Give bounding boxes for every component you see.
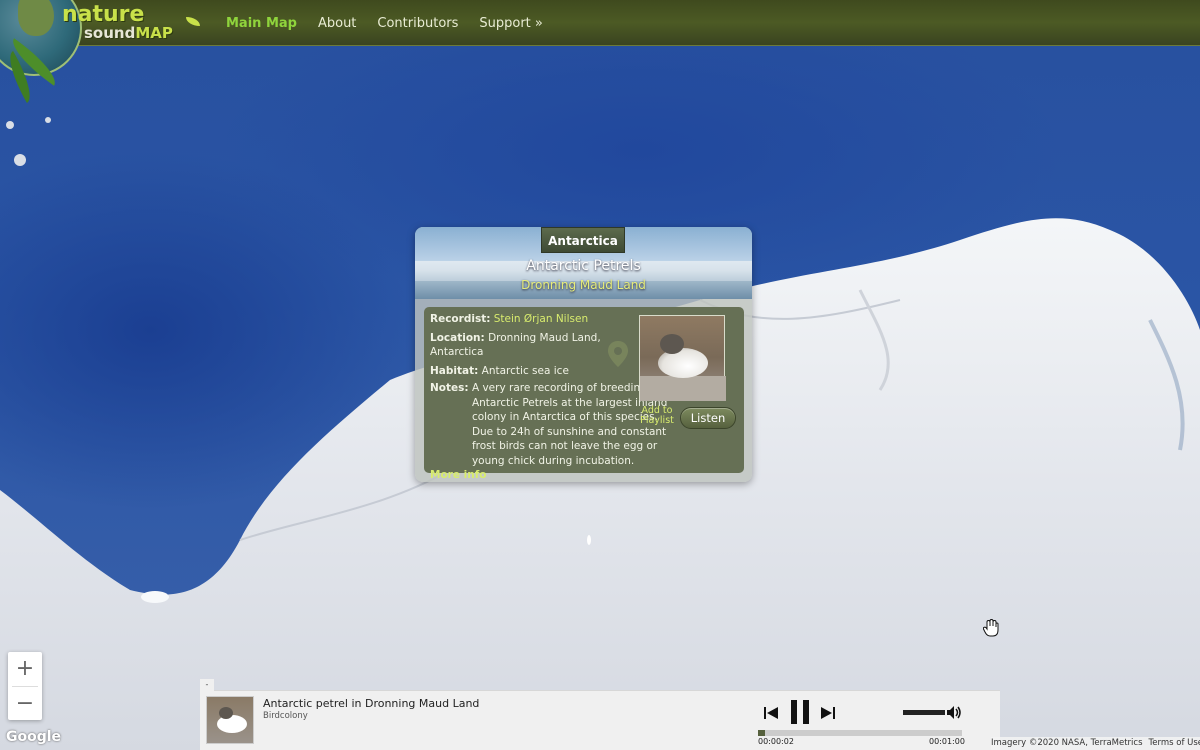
collapse-player-button[interactable]: - <box>200 679 214 691</box>
bird-photo <box>639 315 726 401</box>
zoom-in-button[interactable]: + <box>8 652 42 686</box>
previous-track-icon[interactable] <box>763 705 779 721</box>
recording-details: Recordist: Stein Ørjan Nilsen Location: … <box>430 312 635 382</box>
logo-word-soundmap: soundMAP <box>84 24 173 42</box>
main-nav: Main Map About Contributors Support » <box>226 0 564 46</box>
track-title: Antarctic petrel in Dronning Maud Land <box>263 697 480 710</box>
track-thumbnail <box>206 696 254 744</box>
habitat-row: Habitat: Antarctic sea ice <box>430 364 569 377</box>
more-info-link[interactable]: More info <box>430 468 730 482</box>
total-duration: 00:01:00 <box>929 737 965 746</box>
recording-subtitle: Dronning Maud Land <box>521 278 646 292</box>
listen-button[interactable]: Listen <box>680 407 736 429</box>
add-to-playlist-link[interactable]: Add to Playlist <box>640 406 674 426</box>
next-track-icon[interactable] <box>820 705 836 721</box>
track-progress-fill <box>758 730 765 736</box>
nav-contributors[interactable]: Contributors <box>377 16 458 31</box>
hand-cursor-icon <box>983 619 999 637</box>
track-subtitle: Birdcolony <box>263 711 308 721</box>
google-logo: Google <box>6 729 62 745</box>
track-progress-bar[interactable] <box>758 730 962 736</box>
recordist-row: Recordist: Stein Ørjan Nilsen <box>430 313 589 325</box>
map-attribution: Imagery ©2020 NASA, TerraMetrics Terms of… <box>991 737 1200 750</box>
recording-title: Antarctic Petrels <box>526 258 641 274</box>
popup-body: Recordist: Stein Ørjan Nilsen Location: … <box>424 307 744 481</box>
nav-main-map[interactable]: Main Map <box>226 16 297 31</box>
habitat-value: Antarctic sea ice <box>481 364 569 377</box>
site-logo[interactable]: nature soundMAP <box>0 0 210 110</box>
elapsed-time: 00:00:02 <box>758 737 794 746</box>
zoom-control: + − <box>8 652 42 720</box>
recordist-link[interactable]: Stein Ørjan Nilsen <box>494 313 588 325</box>
region-tab[interactable]: Antarctica <box>541 227 625 253</box>
volume-icon[interactable] <box>946 705 962 720</box>
audio-player: - Antarctic petrel in Dronning Maud Land… <box>200 679 1000 750</box>
zoom-out-button[interactable]: − <box>8 687 42 721</box>
nav-support[interactable]: Support » <box>479 16 542 31</box>
pause-icon[interactable] <box>789 700 811 724</box>
location-row: Location: Dronning Maud Land, Antarctica <box>430 331 601 359</box>
nav-about[interactable]: About <box>318 16 356 31</box>
recording-info-popup: Antarctica Antarctic Petrels Dronning Ma… <box>415 227 752 482</box>
terms-of-use-link[interactable]: Terms of Use <box>1149 738 1200 748</box>
volume-slider[interactable] <box>903 710 945 715</box>
leaf-icon <box>186 17 200 26</box>
